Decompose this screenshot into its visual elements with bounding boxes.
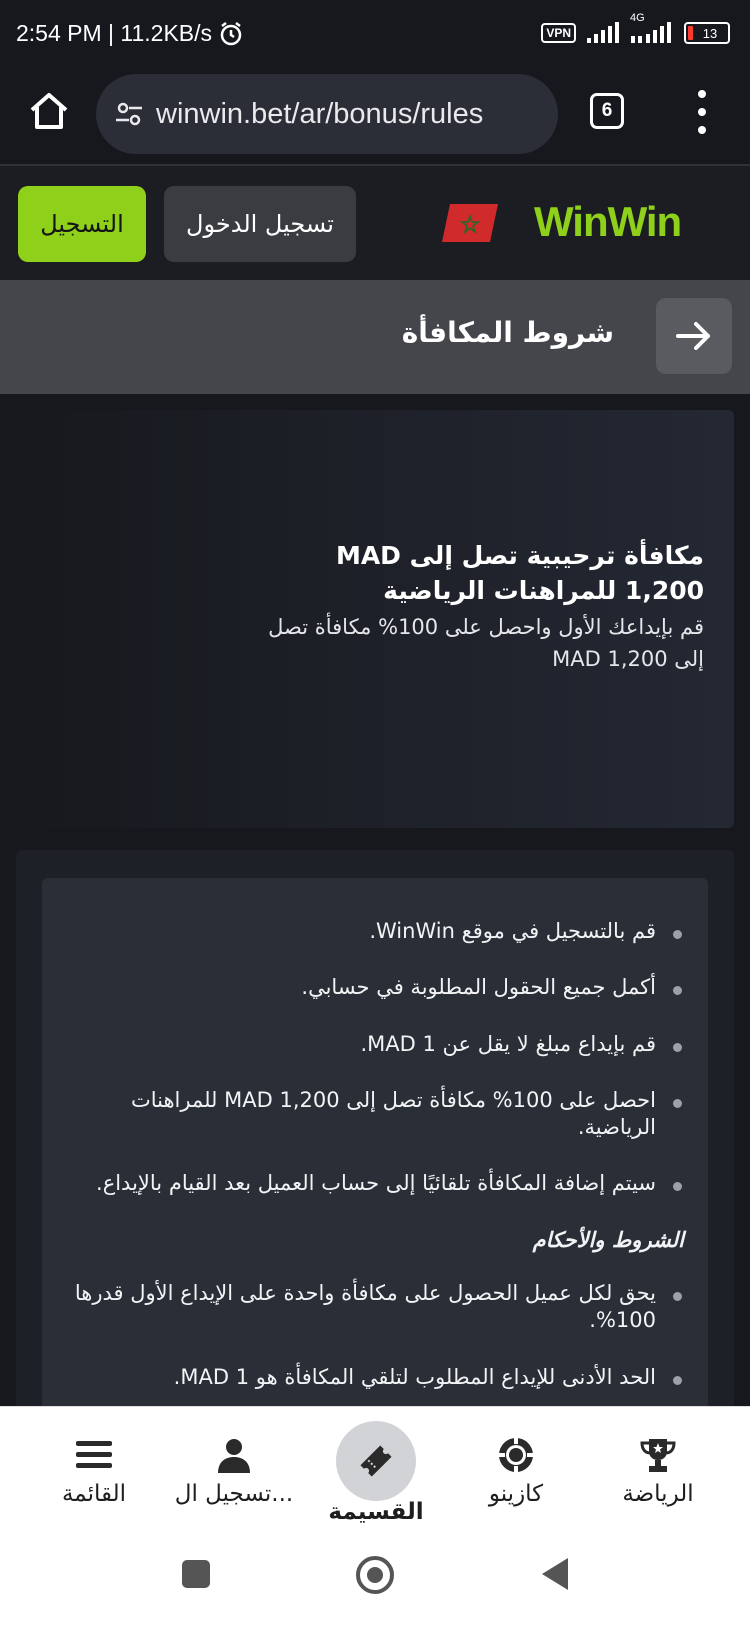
site-settings-icon[interactable] xyxy=(114,99,144,129)
bonus-subtitle: قم بإيداعك الأول واحصل على 100% مكافأة ت… xyxy=(268,615,704,671)
list-item: احصل على 100% مكافأة تصل إلى MAD 1,200 ل… xyxy=(72,1087,684,1142)
bonus-title: مكافأة ترحيبية تصل إلى MAD 1,200 للمراهن… xyxy=(335,541,704,605)
list-item: يحق لكل عميل الحصول على مكافأة واحدة على… xyxy=(72,1280,684,1335)
nav-label: الرياضة xyxy=(622,1481,694,1507)
signal-4g-icon xyxy=(631,22,671,43)
list-item: قم بإيداع مبلغ لا يقل عن MAD 1. xyxy=(72,1031,684,1058)
nav-item-casino[interactable]: كازينو xyxy=(446,1433,586,1507)
hamburger-menu-icon xyxy=(76,1441,112,1468)
rules-card: قم بالتسجيل في موقع WinWin. أكمل جميع ال… xyxy=(42,878,708,1418)
network-type: 4G xyxy=(630,12,674,44)
battery-indicator: 13 xyxy=(684,22,730,44)
tab-switcher-button[interactable]: 6 xyxy=(590,93,624,129)
signal-icon xyxy=(587,22,619,43)
home-icon[interactable] xyxy=(26,88,72,134)
morocco-flag-icon[interactable] xyxy=(442,204,498,242)
alarm-icon xyxy=(220,21,242,45)
ticket-icon xyxy=(360,1445,392,1477)
nav-item-coupon[interactable] xyxy=(336,1421,416,1501)
nav-label: تسجيل ال... xyxy=(174,1481,294,1507)
site-header: التسجيل تسجيل الدخول WinWin xyxy=(0,166,750,280)
casino-chip-icon xyxy=(499,1438,533,1472)
browser-menu-icon[interactable] xyxy=(694,90,710,134)
list-item: أكمل جميع الحقول المطلوبة في حسابي. xyxy=(72,974,684,1001)
nav-item-sports[interactable]: الرياضة xyxy=(588,1433,728,1507)
bonus-banner-text: مكافأة ترحيبية تصل إلى MAD 1,200 للمراهن… xyxy=(254,538,704,675)
bonus-banner: مكافأة ترحيبية تصل إلى MAD 1,200 للمراهن… xyxy=(16,410,734,828)
browser-toolbar: winwin.bet/ar/bonus/rules 6 xyxy=(0,68,750,166)
trophy-icon xyxy=(640,1439,676,1472)
user-icon xyxy=(218,1439,250,1473)
time-and-speed: 2:54 PM | 11.2KB/s xyxy=(16,20,213,46)
status-icons: VPN 4G 13 xyxy=(541,12,730,44)
vpn-badge: VPN xyxy=(541,23,576,43)
nav-item-account[interactable]: تسجيل ال... xyxy=(164,1433,304,1507)
status-time: 2:54 PM | 11.2KB/s xyxy=(16,20,244,47)
nav-item-menu[interactable]: القائمة xyxy=(24,1433,164,1507)
winwin-logo[interactable]: WinWin xyxy=(534,198,682,246)
rules-list: قم بالتسجيل في موقع WinWin. أكمل جميع ال… xyxy=(72,918,684,1418)
list-item: الحد الأدنى للإيداع المطلوب لتلقي المكاف… xyxy=(72,1364,684,1391)
url-text[interactable]: winwin.bet/ar/bonus/rules xyxy=(156,98,483,131)
register-button[interactable]: التسجيل xyxy=(18,186,146,262)
bottom-navigation: الرياضة كازينو القسيمة تسجيل ال... القائ… xyxy=(0,1406,750,1536)
battery-level xyxy=(688,26,693,40)
address-bar[interactable]: winwin.bet/ar/bonus/rules xyxy=(96,74,558,154)
list-item: سيتم إضافة المكافأة تلقائيًا إلى حساب ال… xyxy=(72,1170,684,1197)
tab-count: 6 xyxy=(601,100,613,121)
terms-heading: الشروط والأحكام xyxy=(532,1227,684,1252)
page-title-bar: شروط المكافأة xyxy=(0,280,750,394)
recent-apps-button[interactable] xyxy=(182,1560,210,1588)
back-icon[interactable] xyxy=(542,1558,568,1590)
arrow-right-icon xyxy=(676,322,710,350)
list-item: قم بالتسجيل في موقع WinWin. xyxy=(72,918,684,945)
nav-label-coupon[interactable]: القسيمة xyxy=(306,1499,446,1525)
status-bar: 2:54 PM | 11.2KB/s VPN 4G 13 xyxy=(0,0,750,68)
home-button[interactable] xyxy=(356,1556,394,1594)
system-navigation-bar xyxy=(0,1536,750,1626)
nav-label: القائمة xyxy=(61,1481,127,1507)
login-button[interactable]: تسجيل الدخول xyxy=(164,186,356,262)
back-button[interactable] xyxy=(656,298,732,374)
page-title: شروط المكافأة xyxy=(401,316,614,349)
nav-label: كازينو xyxy=(488,1481,544,1507)
